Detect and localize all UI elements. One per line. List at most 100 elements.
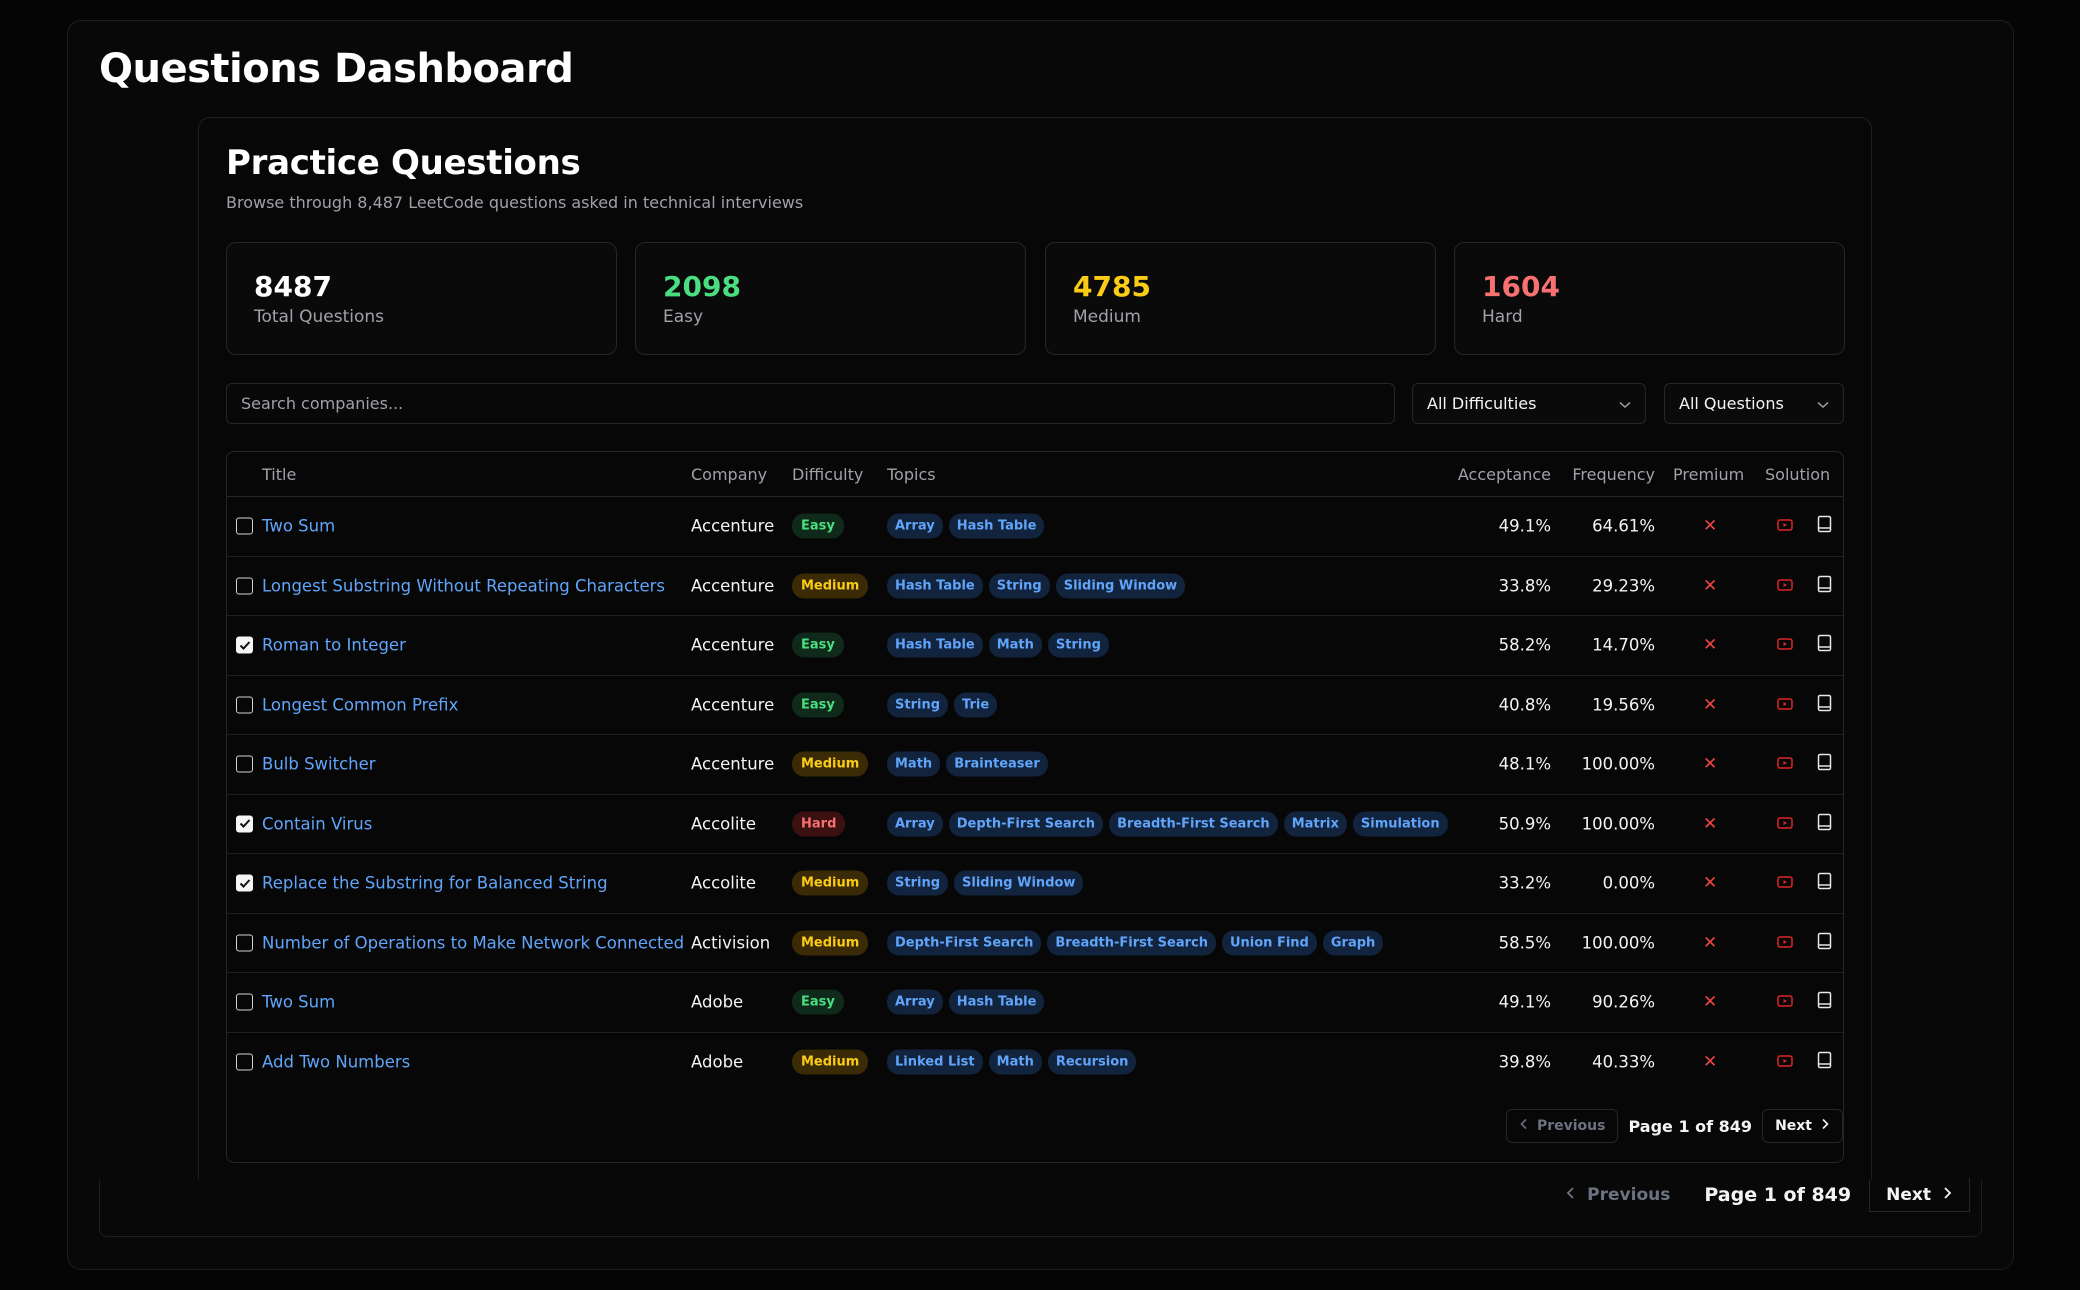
topic-tag[interactable]: Depth-First Search (887, 930, 1042, 956)
book-icon[interactable] (1817, 873, 1832, 894)
completed-checkbox[interactable] (236, 874, 253, 892)
question-title-link[interactable]: Longest Common Prefix (262, 695, 458, 714)
book-icon[interactable] (1817, 516, 1832, 537)
stat-value: 4785 (1073, 270, 1151, 303)
book-icon[interactable] (1817, 1052, 1832, 1073)
topic-tag[interactable]: Brainteaser (946, 751, 1048, 777)
completed-checkbox[interactable] (236, 993, 253, 1011)
video-solution-icon[interactable] (1777, 993, 1793, 1012)
difficulty-select[interactable]: All Difficulties (1412, 383, 1646, 424)
topic-tag[interactable]: Array (887, 989, 943, 1015)
column-frequency[interactable]: Frequency (1572, 465, 1655, 484)
book-icon[interactable] (1817, 575, 1832, 596)
topic-tag[interactable]: Array (887, 513, 943, 539)
question-title-link[interactable]: Bulb Switcher (262, 755, 376, 774)
completed-checkbox[interactable] (236, 696, 253, 714)
table-row: Contain Virus Accolite Hard Array Depth-F… (227, 795, 1843, 854)
video-solution-icon[interactable] (1777, 755, 1793, 774)
book-icon[interactable] (1817, 635, 1832, 656)
topic-tag[interactable]: Graph (1322, 930, 1384, 956)
column-solution[interactable]: Solution (1765, 465, 1830, 484)
book-icon[interactable] (1817, 992, 1832, 1013)
question-title-link[interactable]: Replace the Substring for Balanced Strin… (262, 874, 608, 893)
question-title-link[interactable]: Longest Substring Without Repeating Char… (262, 576, 665, 595)
completed-checkbox[interactable] (236, 1053, 253, 1071)
video-solution-icon[interactable] (1777, 695, 1793, 714)
video-solution-icon[interactable] (1777, 814, 1793, 833)
topics-list: Depth-First Search Breadth-First Search Un… (887, 930, 1384, 956)
outer-previous-label: Previous (1587, 1185, 1671, 1205)
topic-tag[interactable]: Math (988, 632, 1042, 658)
topic-tag[interactable]: Recursion (1047, 1049, 1137, 1075)
column-acceptance[interactable]: Acceptance (1458, 465, 1551, 484)
video-solution-icon[interactable] (1777, 933, 1793, 952)
company-name: Accolite (691, 873, 757, 893)
question-title-link[interactable]: Two Sum (262, 517, 335, 536)
company-name: Adobe (691, 1052, 744, 1072)
column-company[interactable]: Company (691, 465, 767, 484)
chevron-left-icon (1519, 1118, 1529, 1134)
question-title-link[interactable]: Add Two Numbers (262, 1053, 410, 1072)
column-title[interactable]: Title (262, 465, 296, 484)
outer-previous-button[interactable]: Previous (1549, 1178, 1686, 1212)
search-input[interactable] (226, 383, 1395, 424)
topic-tag[interactable]: Math (988, 1049, 1042, 1075)
book-icon[interactable] (1817, 694, 1832, 715)
topic-tag[interactable]: Hash Table (887, 632, 983, 658)
book-icon[interactable] (1817, 932, 1832, 953)
question-title-link[interactable]: Number of Operations to Make Network Con… (262, 933, 684, 952)
acceptance-value: 39.8% (1498, 1052, 1551, 1072)
topic-tag[interactable]: Hash Table (948, 513, 1045, 539)
book-icon[interactable] (1817, 754, 1832, 775)
topic-tag[interactable]: Union Find (1221, 930, 1317, 956)
video-solution-icon[interactable] (1777, 576, 1793, 595)
topic-tag[interactable]: String (887, 870, 949, 896)
stat-label: Total Questions (254, 307, 384, 327)
completed-checkbox[interactable] (236, 636, 253, 654)
topic-tag[interactable]: Simulation (1352, 811, 1448, 837)
video-solution-icon[interactable] (1777, 874, 1793, 893)
topic-tag[interactable]: Sliding Window (1055, 573, 1186, 599)
acceptance-value: 50.9% (1498, 814, 1551, 834)
completed-checkbox[interactable] (236, 934, 253, 952)
question-title-link[interactable]: Two Sum (262, 993, 335, 1012)
topic-tag[interactable]: Linked List (887, 1049, 983, 1075)
questions-select[interactable]: All Questions (1664, 383, 1844, 424)
frequency-value: 100.00% (1581, 933, 1655, 953)
question-title-link[interactable]: Contain Virus (262, 814, 372, 833)
column-premium[interactable]: Premium (1673, 465, 1744, 484)
topic-tag[interactable]: Breadth-First Search (1109, 811, 1278, 837)
not-premium-icon: ✕ (1703, 873, 1718, 894)
topic-tag[interactable]: Hash Table (887, 573, 983, 599)
outer-next-button[interactable]: Next (1869, 1178, 1970, 1212)
acceptance-value: 58.5% (1498, 933, 1551, 953)
topic-tag[interactable]: String (887, 692, 949, 718)
previous-button[interactable]: Previous (1505, 1109, 1619, 1143)
difficulty-badge: Medium (792, 573, 869, 599)
next-button[interactable]: Next (1762, 1109, 1843, 1143)
not-premium-icon: ✕ (1703, 516, 1718, 537)
video-solution-icon[interactable] (1777, 636, 1793, 655)
column-difficulty[interactable]: Difficulty (792, 465, 863, 484)
completed-checkbox[interactable] (236, 517, 253, 535)
completed-checkbox[interactable] (236, 577, 253, 595)
completed-checkbox[interactable] (236, 755, 253, 773)
topic-tag[interactable]: Hash Table (948, 989, 1045, 1015)
stat-easy: 2098 Easy (635, 242, 1026, 355)
topic-tag[interactable]: String (1047, 632, 1109, 658)
topic-tag[interactable]: Sliding Window (954, 870, 1084, 896)
topic-tag[interactable]: Matrix (1283, 811, 1347, 837)
topic-tag[interactable]: Array (887, 811, 943, 837)
video-solution-icon[interactable] (1777, 517, 1793, 536)
topics-list: Array Hash Table (887, 989, 1045, 1015)
question-title-link[interactable]: Roman to Integer (262, 636, 406, 655)
book-icon[interactable] (1817, 813, 1832, 834)
topic-tag[interactable]: Breadth-First Search (1047, 930, 1216, 956)
topic-tag[interactable]: Depth-First Search (948, 811, 1104, 837)
completed-checkbox[interactable] (236, 815, 253, 833)
video-solution-icon[interactable] (1777, 1053, 1793, 1072)
topic-tag[interactable]: Trie (954, 692, 998, 718)
topic-tag[interactable]: String (988, 573, 1050, 599)
column-topics[interactable]: Topics (887, 465, 936, 484)
topic-tag[interactable]: Math (887, 751, 941, 777)
